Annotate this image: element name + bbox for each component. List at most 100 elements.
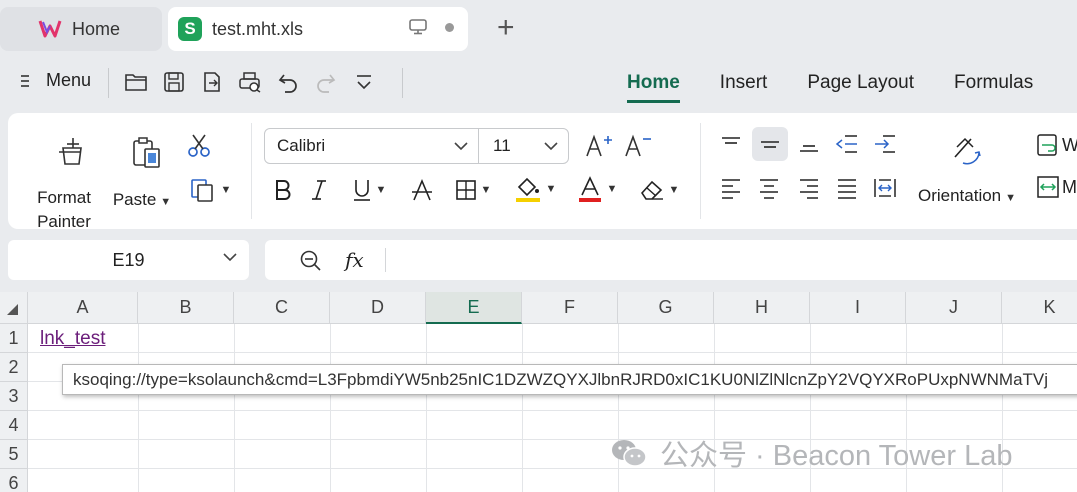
align-left-button[interactable] [716, 173, 746, 203]
wrap-text-icon [1037, 134, 1057, 156]
row-header-2[interactable]: 2 [0, 353, 28, 382]
tab-ribbon-insert[interactable]: Insert [720, 72, 768, 103]
bold-button[interactable] [270, 175, 296, 205]
separator [108, 68, 109, 98]
tab-ribbon-page-layout[interactable]: Page Layout [807, 72, 914, 103]
chevron-down-icon [223, 253, 237, 262]
copy-button[interactable]: ▼ [186, 175, 234, 205]
column-header-b[interactable]: B [138, 292, 234, 324]
italic-button[interactable] [306, 175, 332, 205]
gridline [138, 324, 139, 492]
column-header-e[interactable]: E [426, 292, 522, 324]
merge-button[interactable]: M [1036, 175, 1077, 199]
font-color-icon [578, 176, 601, 202]
clear-format-button[interactable]: ▼ [634, 175, 684, 205]
tab-strip: Home S test.mht.xls + [0, 0, 1077, 58]
paste-button[interactable]: Paste ▼ [112, 135, 172, 210]
decrease-font-size-button[interactable] [623, 131, 653, 161]
hamburger-icon [21, 74, 29, 87]
menu-button[interactable]: Menu [18, 70, 91, 91]
increase-indent-button[interactable] [870, 129, 900, 159]
decrease-indent-button[interactable] [832, 129, 862, 159]
chevron-down-icon: ▼ [480, 184, 492, 196]
increase-font-size-button[interactable] [584, 131, 614, 161]
align-middle-icon [761, 141, 779, 148]
new-tab-button[interactable]: + [497, 13, 515, 43]
font-name-dropdown[interactable]: Calibri [265, 129, 479, 163]
export-icon[interactable] [200, 70, 224, 94]
cell-reference-value: E19 [112, 249, 145, 270]
undo-icon[interactable] [276, 70, 300, 94]
print-preview-icon[interactable] [238, 70, 262, 94]
column-header-h[interactable]: H [714, 292, 810, 324]
format-painter-line2: Painter [37, 212, 91, 231]
row-header-3[interactable]: 3 [0, 382, 28, 411]
open-folder-icon[interactable] [124, 70, 148, 94]
italic-icon [312, 180, 326, 200]
strikethrough-button[interactable] [408, 175, 436, 205]
chevron-down-icon [544, 142, 558, 151]
wrap-text-button[interactable]: W [1036, 133, 1077, 157]
align-right-button[interactable] [794, 173, 824, 203]
tab-ribbon-home[interactable]: Home [627, 72, 680, 103]
borders-icon [455, 180, 476, 200]
font-color-button[interactable]: ▼ [574, 173, 620, 205]
tab-home[interactable]: Home [0, 7, 162, 51]
save-icon[interactable] [162, 70, 186, 94]
desktop-icon[interactable] [409, 19, 427, 35]
align-center-button[interactable] [754, 173, 784, 203]
spreadsheet-grid: A B C D E F G H I J K 1 2 3 4 5 6 lnk_te… [0, 292, 1077, 492]
cell-reference-box[interactable]: E19 [8, 240, 249, 280]
chevron-down-icon: ▼ [545, 183, 557, 195]
row-header-5[interactable]: 5 [0, 440, 28, 469]
font-size-dropdown[interactable]: 11 [479, 136, 568, 156]
column-header-g[interactable]: G [618, 292, 714, 324]
fill-color-button[interactable]: ▼ [510, 173, 560, 205]
justify-button[interactable] [832, 173, 862, 203]
menu-label: Menu [46, 70, 92, 90]
underline-button[interactable]: ▼ [344, 175, 394, 205]
font-name-value: Calibri [277, 136, 326, 155]
chevron-down-icon: ▼ [1005, 192, 1017, 204]
column-header-f[interactable]: F [522, 292, 618, 324]
tab-home-label: Home [72, 18, 121, 39]
row-header-6[interactable]: 6 [0, 469, 28, 492]
align-top-button[interactable] [716, 129, 746, 159]
unsaved-dot-icon[interactable] [445, 22, 454, 32]
font-increase-icon [586, 134, 612, 157]
column-header-d[interactable]: D [330, 292, 426, 324]
copy-icon [190, 179, 213, 202]
orientation-button[interactable]: Orientation ▼ [912, 133, 1022, 206]
column-header-i[interactable]: I [810, 292, 906, 324]
increase-indent-icon [875, 135, 895, 153]
align-left-icon [722, 179, 740, 199]
redo-icon[interactable] [314, 70, 338, 94]
cell-a1-hyperlink[interactable]: lnk_test [40, 328, 105, 350]
select-all-button[interactable] [0, 292, 28, 324]
column-header-c[interactable]: C [234, 292, 330, 324]
borders-button[interactable]: ▼ [450, 175, 496, 205]
column-header-k[interactable]: K [1002, 292, 1077, 324]
format-painter-button[interactable]: Format Painter [30, 135, 98, 234]
font-size-value: 11 [493, 136, 511, 155]
tab-ribbon-formulas[interactable]: Formulas [954, 72, 1033, 103]
cut-button[interactable] [184, 131, 214, 161]
align-bottom-button[interactable] [794, 129, 824, 159]
distributed-align-button[interactable] [870, 173, 900, 203]
row-header-1[interactable]: 1 [0, 324, 28, 353]
column-header-j[interactable]: J [906, 292, 1002, 324]
justify-icon [838, 179, 856, 199]
wps-logo-icon [38, 20, 62, 38]
merge-cells-icon [1037, 176, 1059, 198]
insert-function-button[interactable]: fx [345, 248, 364, 272]
format-painter-icon [59, 138, 82, 165]
zoom-out-icon[interactable] [299, 249, 323, 273]
customize-toolbar-icon[interactable] [352, 70, 376, 94]
chevron-down-icon: ▼ [606, 183, 618, 195]
align-middle-button[interactable] [752, 127, 788, 161]
tab-test-file[interactable]: S test.mht.xls [168, 7, 468, 51]
gridline [522, 324, 523, 492]
column-header-a[interactable]: A [28, 292, 138, 324]
row-header-4[interactable]: 4 [0, 411, 28, 440]
formula-bar: fx [265, 240, 1077, 280]
